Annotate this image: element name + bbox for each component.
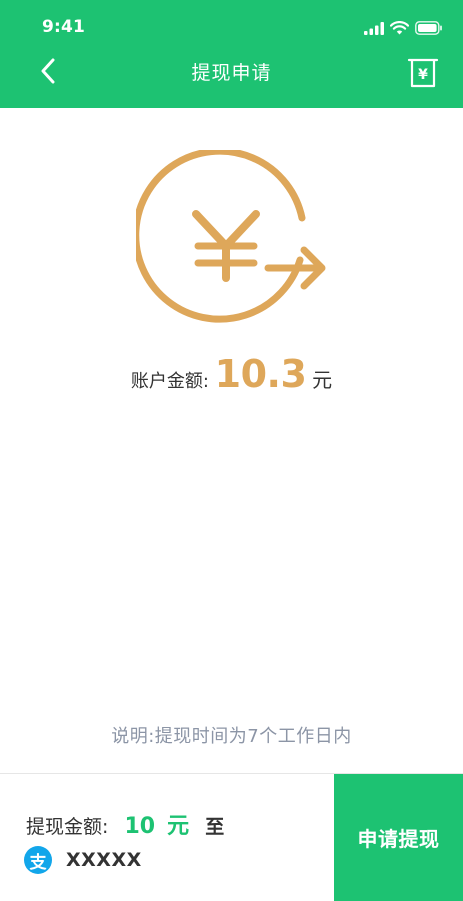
nav-bar: 提现申请 ¥ <box>0 40 463 102</box>
withdraw-note: 说明:提现时间为7个工作日内 <box>111 726 352 747</box>
withdraw-yuan-icon <box>136 150 326 323</box>
signal-icon <box>364 21 384 35</box>
withdraw-amount-label: 提现金额: <box>26 816 109 838</box>
account-balance: 账户金额: 10.3 元 <box>0 352 463 396</box>
withdraw-bar: 提现金额: 10 元 至 支 XXXXX 申请提现 <box>0 773 463 901</box>
withdraw-amount-row: 提现金额: 10 元 至 <box>26 808 224 840</box>
balance-unit: 元 <box>312 368 333 392</box>
balance-label: 账户金额: <box>130 371 209 392</box>
receipt-icon-glyph: ¥ <box>418 67 428 83</box>
alipay-account: XXXXX <box>66 849 142 871</box>
receipt-icon: ¥ <box>407 58 439 88</box>
apply-withdraw-button[interactable]: 申请提现 <box>334 774 463 901</box>
page-title: 提现申请 <box>191 62 272 84</box>
alipay-icon: 支 <box>24 846 52 874</box>
withdraw-amount-unit: 元 <box>167 814 190 839</box>
withdraw-to-label: 至 <box>205 816 225 838</box>
battery-icon <box>415 21 442 35</box>
status-icons <box>364 18 443 38</box>
wifi-icon <box>390 21 409 35</box>
withdraw-amount-value: 10 <box>124 814 156 839</box>
alipay-account-row[interactable]: 支 XXXXX <box>24 846 142 874</box>
withdraw-records-button[interactable]: ¥ <box>403 52 443 92</box>
balance-amount: 10.3 <box>214 352 307 396</box>
header-bar: 9:41 提现申请 ¥ <box>0 0 463 108</box>
status-time: 9:41 <box>42 17 86 37</box>
